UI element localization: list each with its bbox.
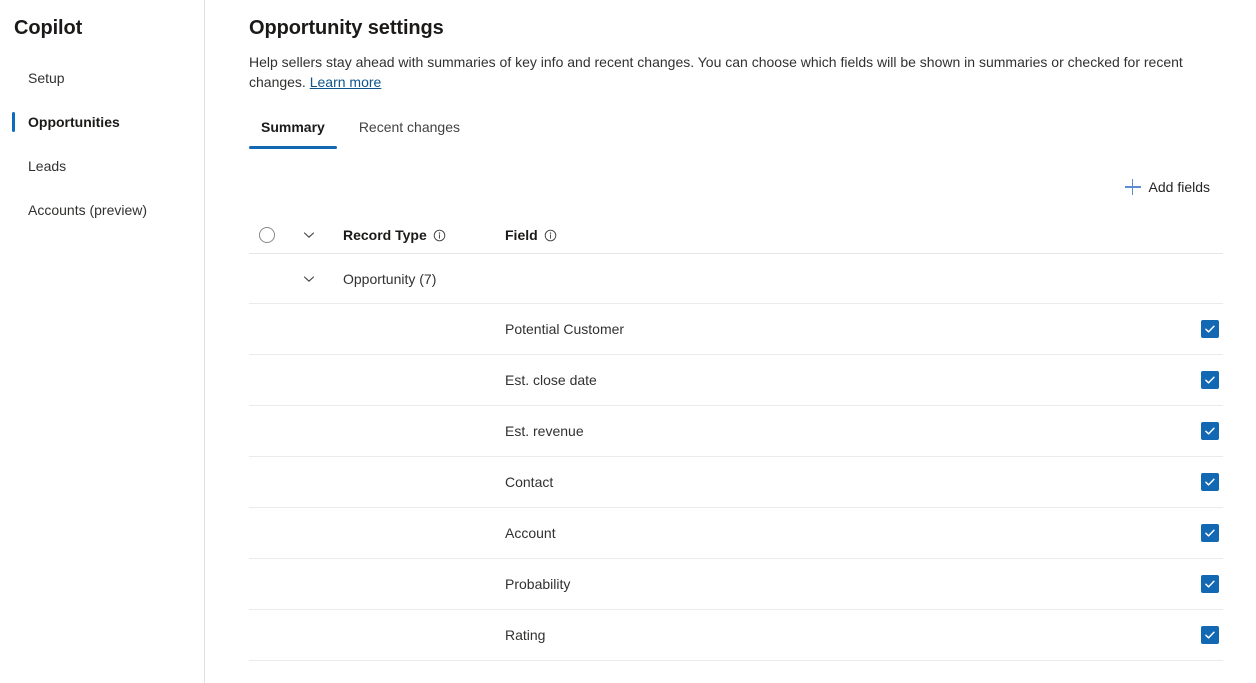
table-toolbar: Add fields xyxy=(249,171,1224,203)
column-header-field[interactable]: Field xyxy=(505,227,1183,243)
sidebar-item-label: Opportunities xyxy=(28,114,120,130)
column-header-label: Field xyxy=(505,227,538,243)
chevron-down-icon[interactable] xyxy=(303,273,315,285)
sidebar-title: Copilot xyxy=(14,17,83,39)
row-field-name: Contact xyxy=(505,474,554,490)
tab-active-underline xyxy=(249,146,337,149)
row-checkbox-cell xyxy=(1183,320,1223,338)
sidebar-item-accounts-preview[interactable]: Accounts (preview) xyxy=(0,188,204,232)
info-icon[interactable] xyxy=(433,229,446,242)
table-row[interactable]: Rating xyxy=(249,609,1223,660)
row-checkbox-cell xyxy=(1183,473,1223,491)
row-checkbox-cell xyxy=(1183,371,1223,389)
row-checkbox-cell xyxy=(1183,575,1223,593)
table-header-row: Record Type Field xyxy=(249,217,1223,254)
table-bottom-divider xyxy=(249,660,1223,661)
sidebar-item-label: Accounts (preview) xyxy=(28,202,148,218)
table-row[interactable]: Probability xyxy=(249,558,1223,609)
add-fields-label: Add fields xyxy=(1148,179,1210,195)
circle-unchecked-icon[interactable] xyxy=(259,227,275,243)
selection-indicator xyxy=(12,112,15,132)
learn-more-link[interactable]: Learn more xyxy=(310,74,382,90)
checkbox-checked-icon[interactable] xyxy=(1201,626,1219,644)
sidebar-nav: Setup Opportunities Leads Accounts (prev… xyxy=(0,56,204,232)
checkbox-checked-icon[interactable] xyxy=(1201,473,1219,491)
table-row[interactable]: Est. revenue xyxy=(249,405,1223,456)
chevron-down-icon[interactable] xyxy=(303,229,315,241)
fields-table: Record Type Field Opportunity (7) Potent… xyxy=(249,217,1223,661)
row-field-name: Account xyxy=(505,525,556,541)
app-root: Copilot Setup Opportunities Leads Accoun… xyxy=(0,0,1256,683)
row-field-name: Est. close date xyxy=(505,372,597,388)
checkbox-checked-icon[interactable] xyxy=(1201,422,1219,440)
sidebar: Copilot Setup Opportunities Leads Accoun… xyxy=(0,0,205,683)
select-all-cell xyxy=(259,227,303,243)
row-checkbox-cell xyxy=(1183,422,1223,440)
tab-summary[interactable]: Summary xyxy=(249,113,337,149)
row-field-name: Rating xyxy=(505,627,546,643)
row-field-name: Est. revenue xyxy=(505,423,584,439)
add-fields-button[interactable]: Add fields xyxy=(1121,175,1214,199)
group-expand-cell xyxy=(303,273,343,285)
table-row[interactable]: Est. close date xyxy=(249,354,1223,405)
column-header-record-type[interactable]: Record Type xyxy=(343,227,505,243)
tab-list: Summary Recent changes xyxy=(249,113,1224,149)
sidebar-item-leads[interactable]: Leads xyxy=(0,144,204,188)
tab-recent-changes[interactable]: Recent changes xyxy=(347,113,472,149)
page-description-text: Help sellers stay ahead with summaries o… xyxy=(249,54,1183,90)
group-row-opportunity[interactable]: Opportunity (7) xyxy=(249,254,1223,303)
row-checkbox-cell xyxy=(1183,626,1223,644)
page-description: Help sellers stay ahead with summaries o… xyxy=(249,52,1184,92)
column-header-label: Record Type xyxy=(343,227,427,243)
table-row[interactable]: Contact xyxy=(249,456,1223,507)
sidebar-item-label: Setup xyxy=(28,70,65,86)
main-content: Opportunity settings Help sellers stay a… xyxy=(205,0,1256,683)
info-icon[interactable] xyxy=(544,229,557,242)
expand-all-cell xyxy=(303,229,343,241)
table-row[interactable]: Potential Customer xyxy=(249,303,1223,354)
row-field-name: Potential Customer xyxy=(505,321,625,337)
row-checkbox-cell xyxy=(1183,524,1223,542)
page-title: Opportunity settings xyxy=(249,17,444,39)
sidebar-item-setup[interactable]: Setup xyxy=(0,56,204,100)
row-field-name: Probability xyxy=(505,576,571,592)
tab-label: Recent changes xyxy=(358,119,460,135)
table-row[interactable]: Account xyxy=(249,507,1223,558)
sidebar-item-opportunities[interactable]: Opportunities xyxy=(0,100,204,144)
checkbox-checked-icon[interactable] xyxy=(1201,575,1219,593)
checkbox-checked-icon[interactable] xyxy=(1201,524,1219,542)
tab-label: Summary xyxy=(261,119,325,135)
sidebar-item-label: Leads xyxy=(28,158,67,174)
checkbox-checked-icon[interactable] xyxy=(1201,320,1219,338)
group-label: Opportunity (7) xyxy=(343,270,437,287)
checkbox-checked-icon[interactable] xyxy=(1201,371,1219,389)
plus-icon xyxy=(1124,179,1141,195)
